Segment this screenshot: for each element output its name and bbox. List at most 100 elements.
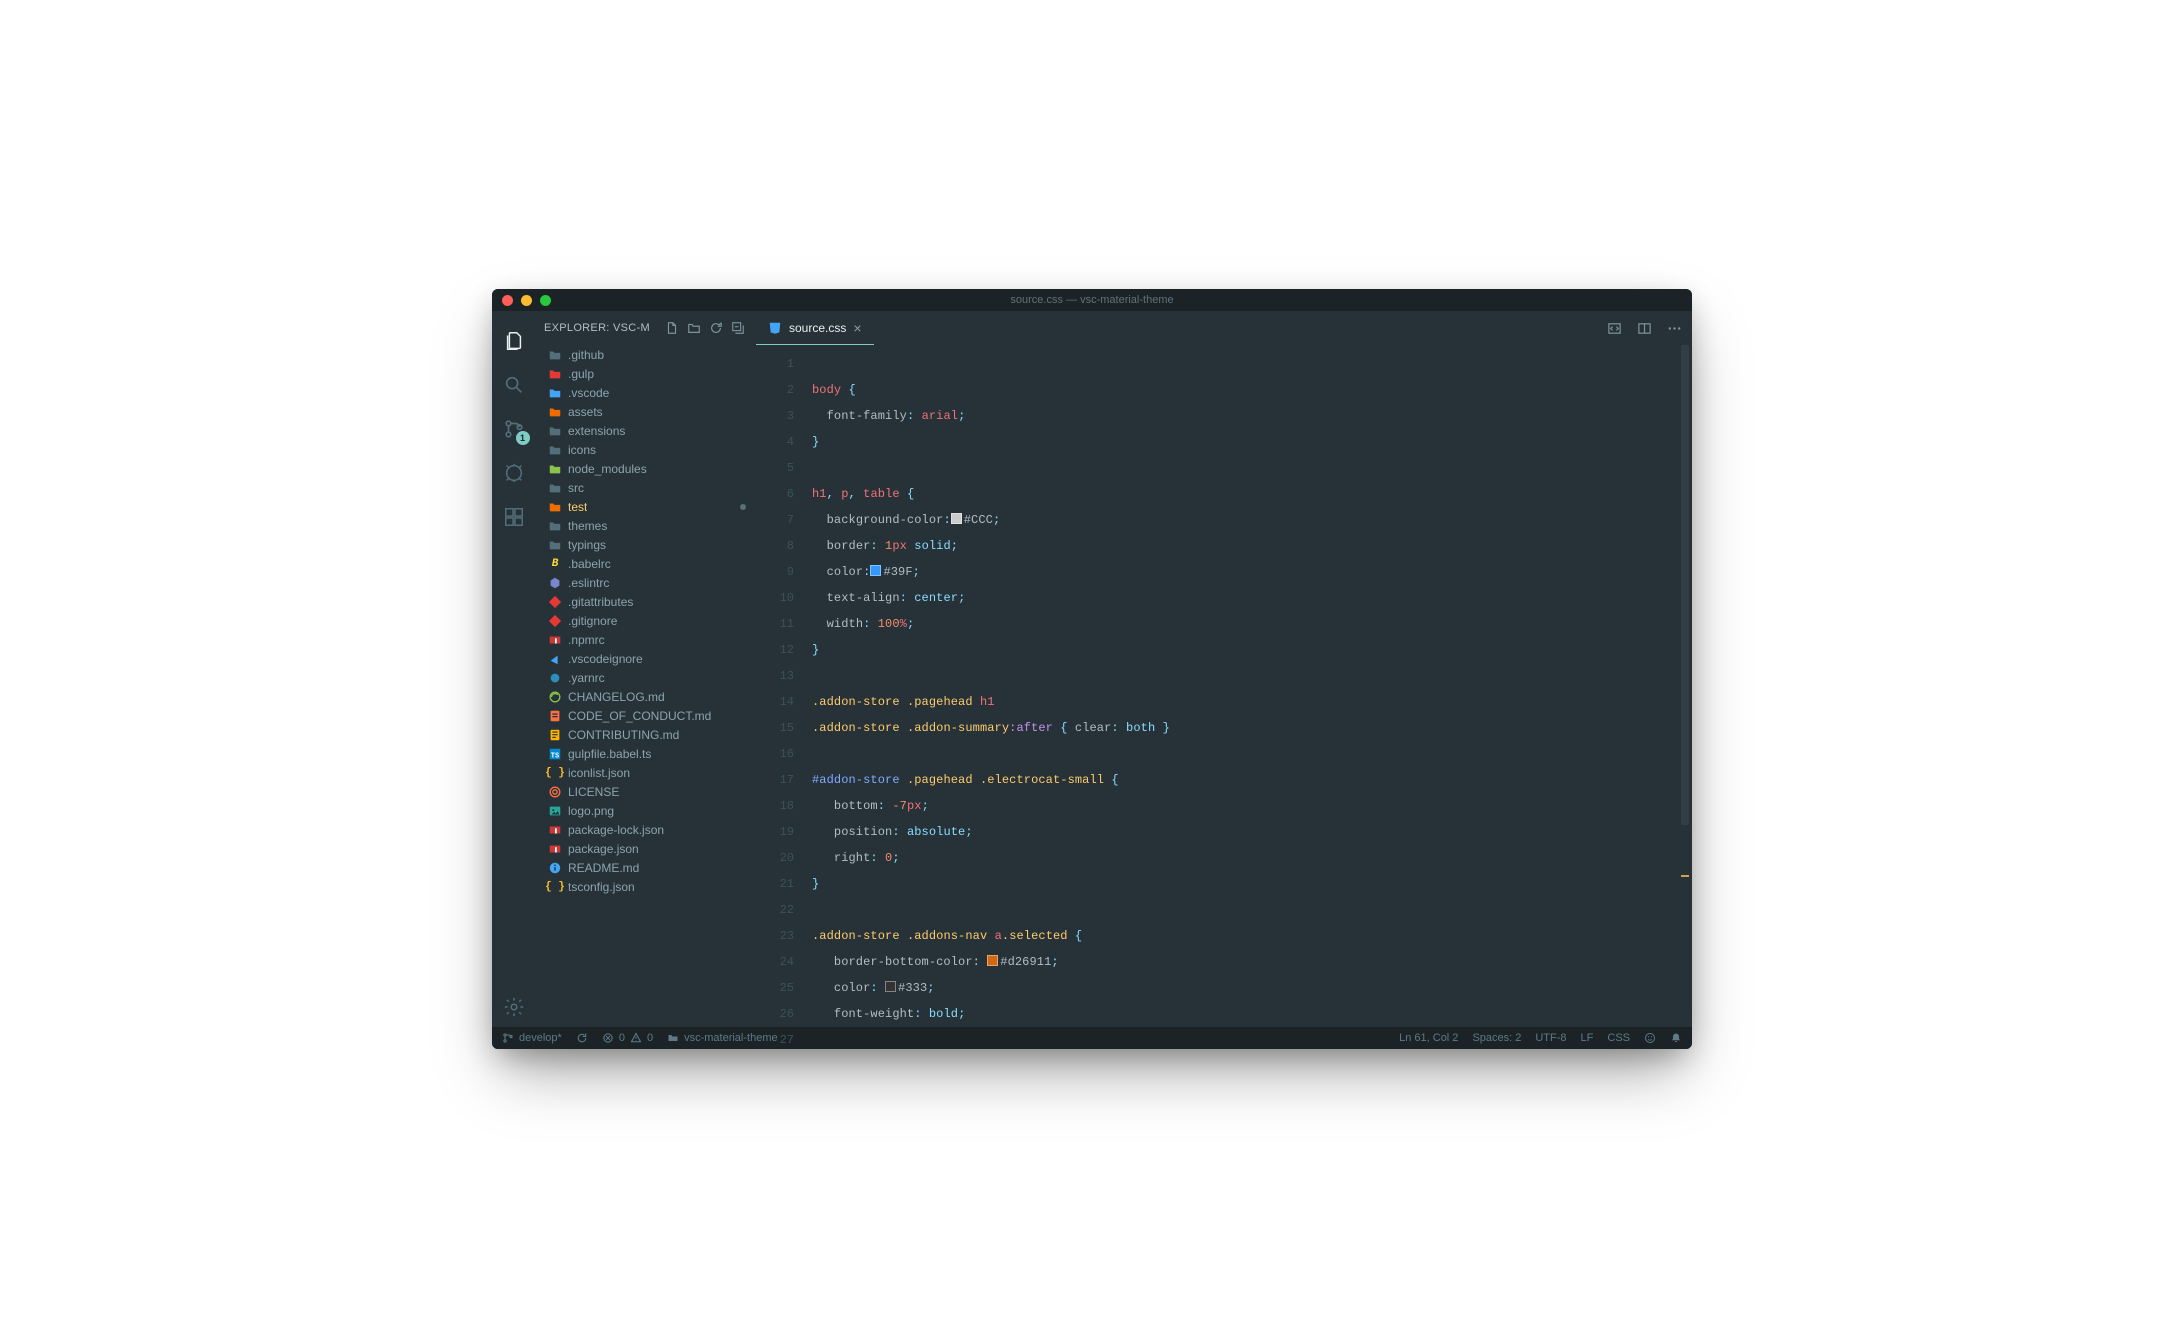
status-problems[interactable]: 0 0	[602, 1032, 653, 1044]
activity-extensions[interactable]	[492, 497, 536, 537]
tree-item-extensions[interactable]: extensions	[536, 421, 756, 440]
tree-item-license[interactable]: LICENSE	[536, 782, 756, 801]
activity-explorer[interactable]	[492, 321, 536, 361]
tree-item--vscodeignore[interactable]: .vscodeignore	[536, 649, 756, 668]
open-changes-button[interactable]	[1602, 316, 1626, 340]
minimize-window-button[interactable]	[521, 295, 532, 306]
tree-item-label: .gitattributes	[568, 595, 633, 609]
tree-item-label: node_modules	[568, 462, 647, 476]
tab-source-css[interactable]: source.css ×	[756, 311, 874, 345]
new-file-button[interactable]	[662, 318, 682, 338]
tree-item-label: icons	[568, 443, 596, 457]
collapse-all-button[interactable]	[728, 318, 748, 338]
tree-item-label: themes	[568, 519, 607, 533]
tree-item-label: CHANGELOG.md	[568, 690, 665, 704]
tree-item-code-of-conduct-md[interactable]: CODE_OF_CONDUCT.md	[536, 706, 756, 725]
activity-debug[interactable]	[492, 453, 536, 493]
search-icon	[503, 374, 525, 396]
editor-body[interactable]: 1234567891011121314151617181920212223242…	[756, 345, 1692, 1027]
tree-item-label: package.json	[568, 842, 639, 856]
tree-item-src[interactable]: src	[536, 478, 756, 497]
minimap[interactable]	[1678, 345, 1692, 1027]
file-icon	[548, 728, 562, 742]
status-encoding[interactable]: UTF-8	[1535, 1032, 1566, 1044]
code-area[interactable]: body { font-family: arial;} h1, p, table…	[812, 345, 1692, 1027]
tree-item-package-lock-json[interactable]: package-lock.json	[536, 820, 756, 839]
maximize-window-button[interactable]	[540, 295, 551, 306]
tree-item--eslintrc[interactable]: .eslintrc	[536, 573, 756, 592]
tree-item-gulpfile-babel-ts[interactable]: TS gulpfile.babel.ts	[536, 744, 756, 763]
tree-item-icons[interactable]: icons	[536, 440, 756, 459]
tree-item--vscode[interactable]: .vscode	[536, 383, 756, 402]
tree-item--babelrc[interactable]: B.babelrc	[536, 554, 756, 573]
collapse-icon	[731, 321, 745, 335]
status-branch[interactable]: develop*	[502, 1032, 562, 1044]
file-icon: TS	[548, 747, 562, 761]
folder-icon	[548, 386, 562, 400]
tree-item-themes[interactable]: themes	[536, 516, 756, 535]
git-branch-icon	[502, 1032, 514, 1044]
status-feedback[interactable]	[1644, 1032, 1656, 1044]
tree-item-package-json[interactable]: package.json	[536, 839, 756, 858]
tree-item--github[interactable]: .github	[536, 345, 756, 364]
tree-item--yarnrc[interactable]: .yarnrc	[536, 668, 756, 687]
file-icon	[548, 671, 562, 685]
tree-item--gitignore[interactable]: .gitignore	[536, 611, 756, 630]
debug-icon	[503, 462, 525, 484]
tree-item--npmrc[interactable]: .npmrc	[536, 630, 756, 649]
tree-item-iconlist-json[interactable]: { }iconlist.json	[536, 763, 756, 782]
tree-item-typings[interactable]: typings	[536, 535, 756, 554]
explorer-title: EXPLORER: VSC-M	[544, 322, 656, 334]
tree-item-tsconfig-json[interactable]: { } tsconfig.json	[536, 877, 756, 896]
file-tree[interactable]: .github.gulp.vscodeassetsextensions icons…	[536, 345, 756, 1027]
split-editor-icon	[1637, 321, 1652, 336]
tree-item-test[interactable]: test	[536, 497, 756, 516]
split-editor-button[interactable]	[1632, 316, 1656, 340]
tree-item--gulp[interactable]: .gulp	[536, 364, 756, 383]
tree-item-assets[interactable]: assets	[536, 402, 756, 421]
file-icon: B	[548, 557, 562, 571]
titlebar[interactable]: source.css — vsc-material-theme	[492, 289, 1692, 311]
status-cursor[interactable]: Ln 61, Col 2	[1399, 1032, 1458, 1044]
file-icon	[548, 823, 562, 837]
status-notifications[interactable]	[1670, 1032, 1682, 1044]
tree-item-label: package-lock.json	[568, 823, 664, 837]
file-icon: { }	[548, 880, 562, 894]
close-window-button[interactable]	[502, 295, 513, 306]
status-sync[interactable]	[576, 1032, 588, 1044]
folder-icon	[548, 538, 562, 552]
activity-settings[interactable]	[492, 987, 536, 1027]
tab-close-button[interactable]: ×	[853, 321, 861, 335]
tree-item-label: gulpfile.babel.ts	[568, 747, 651, 761]
tree-item-readme-md[interactable]: README.md	[536, 858, 756, 877]
new-folder-button[interactable]	[684, 318, 704, 338]
tree-item-changelog-md[interactable]: CHANGELOG.md	[536, 687, 756, 706]
tree-item--gitattributes[interactable]: .gitattributes	[536, 592, 756, 611]
extensions-icon	[503, 506, 525, 528]
file-icon	[548, 652, 562, 666]
tree-item-contributing-md[interactable]: CONTRIBUTING.md	[536, 725, 756, 744]
tree-item-label: .yarnrc	[568, 671, 605, 685]
status-eol[interactable]: LF	[1581, 1032, 1594, 1044]
folder-icon	[548, 405, 562, 419]
minimap-viewport[interactable]	[1681, 345, 1689, 825]
explorer-sidebar: EXPLORER: VSC-M .github.gulp.vscodeasset…	[536, 311, 756, 1027]
file-icon	[548, 842, 562, 856]
tree-item-logo-png[interactable]: logo.png	[536, 801, 756, 820]
status-language[interactable]: CSS	[1607, 1032, 1630, 1044]
warning-icon	[630, 1032, 642, 1044]
status-indent[interactable]: Spaces: 2	[1472, 1032, 1521, 1044]
tree-item-label: iconlist.json	[568, 766, 630, 780]
refresh-button[interactable]	[706, 318, 726, 338]
activity-search[interactable]	[492, 365, 536, 405]
scm-badge: 1	[516, 431, 530, 445]
tree-item-label: LICENSE	[568, 785, 619, 799]
editor-tabs: source.css ×	[756, 311, 1692, 345]
file-icon	[548, 804, 562, 818]
error-icon	[602, 1032, 614, 1044]
more-actions-button[interactable]	[1662, 316, 1686, 340]
tree-item-label: tsconfig.json	[568, 880, 635, 894]
tree-item-node-modules[interactable]: node_modules	[536, 459, 756, 478]
activity-scm[interactable]: 1	[492, 409, 536, 449]
tree-item-label: README.md	[568, 861, 639, 875]
